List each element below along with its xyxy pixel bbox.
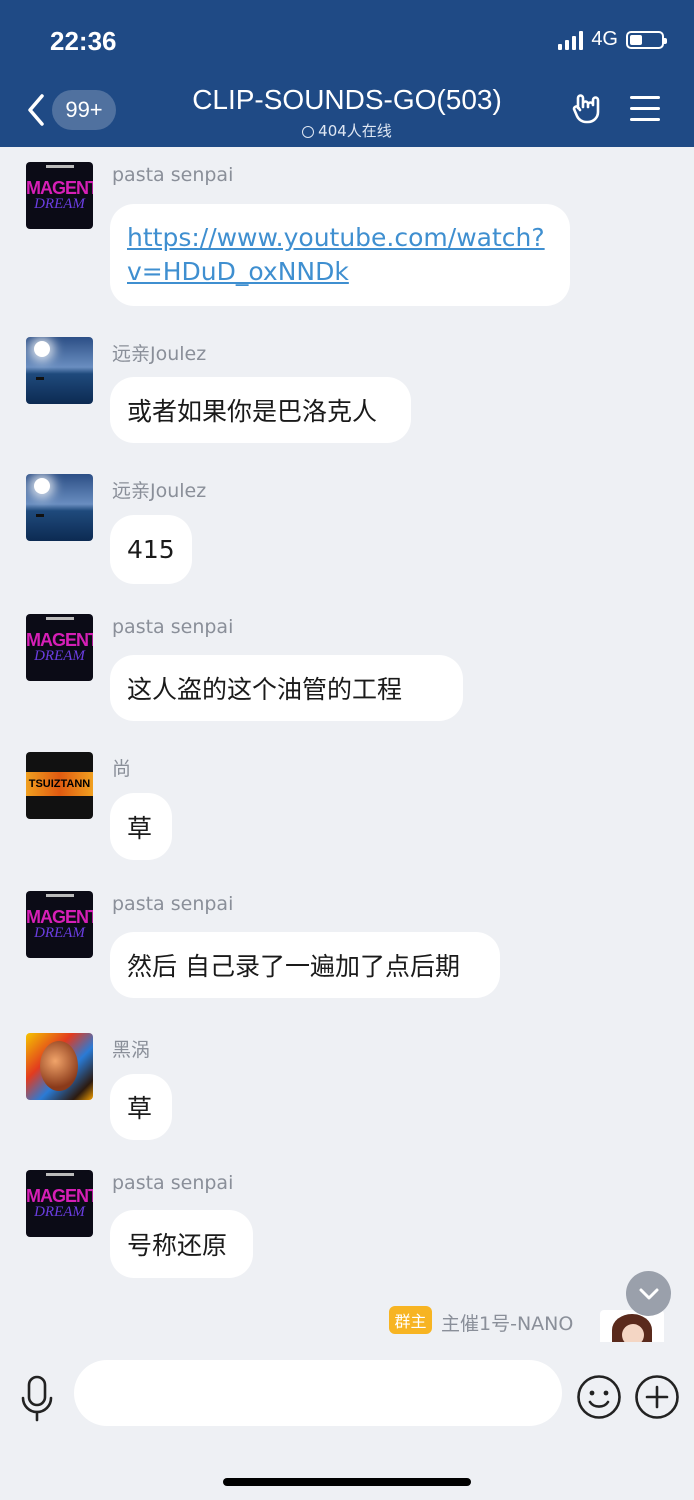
message-bubble[interactable]: 草: [110, 793, 172, 860]
message-bubble[interactable]: 415: [110, 515, 192, 584]
lake-avatar[interactable]: [26, 474, 93, 541]
chat-header: 22:36 4G 99+ CLIP-SOUNDS-GO(503) 404人在线: [0, 0, 694, 147]
sender-name: pasta senpai: [112, 164, 234, 186]
menu-icon[interactable]: [630, 96, 660, 122]
magenta-avatar[interactable]: MAGENTA DREAM: [26, 162, 93, 229]
message-bubble[interactable]: 草: [110, 1074, 172, 1140]
composer-bar: [0, 1342, 694, 1500]
tsuiztann-avatar[interactable]: TSUIZTANN: [26, 752, 93, 819]
status-indicators: 4G: [558, 28, 667, 51]
sender-name: 主催1号-NANO: [441, 1313, 574, 1335]
sender-name: 远亲Joulez: [112, 343, 207, 365]
owner-badge: 群主: [389, 1306, 432, 1334]
owner-message-header: 群主 主催1号-NANO: [0, 1306, 694, 1338]
sender-name: pasta senpai: [112, 616, 234, 638]
home-indicator[interactable]: [223, 1478, 471, 1486]
network-type: 4G: [591, 28, 618, 50]
sender-name: pasta senpai: [112, 893, 234, 915]
chevron-down-icon: [639, 1288, 658, 1299]
message-input[interactable]: [74, 1360, 562, 1426]
message-bubble[interactable]: 号称还原: [110, 1210, 253, 1278]
message-bubble[interactable]: 然后 自己录了一遍加了点后期: [110, 932, 500, 998]
rock-hand-icon[interactable]: [570, 92, 604, 126]
battery-icon: [626, 30, 667, 49]
scroll-to-bottom-button[interactable]: [626, 1271, 671, 1316]
status-time: 22:36: [50, 26, 117, 56]
emoji-icon[interactable]: [576, 1374, 622, 1420]
sender-name: 尚: [112, 758, 132, 780]
signal-icon: [558, 30, 584, 50]
message-bubble[interactable]: 这人盗的这个油管的工程: [110, 655, 463, 721]
message-bubble[interactable]: 或者如果你是巴洛克人: [110, 377, 411, 443]
sender-name: 远亲Joulez: [112, 480, 207, 502]
magenta-avatar[interactable]: MAGENTA DREAM: [26, 891, 93, 958]
portrait-avatar[interactable]: [26, 1033, 93, 1100]
magenta-avatar[interactable]: MAGENTA DREAM: [26, 1170, 93, 1237]
sender-name: 黑涡: [112, 1039, 151, 1061]
microphone-icon[interactable]: [18, 1374, 56, 1422]
plus-icon[interactable]: [634, 1374, 680, 1420]
magenta-avatar[interactable]: MAGENTA DREAM: [26, 614, 93, 681]
check-circle-icon: [302, 126, 315, 138]
message-link[interactable]: https://www.youtube.com/watch? v=HDuD_oxN…: [127, 221, 545, 289]
sender-name: pasta senpai: [112, 1172, 234, 1194]
lake-avatar[interactable]: [26, 337, 93, 404]
message-bubble[interactable]: https://www.youtube.com/watch? v=HDuD_oxN…: [110, 204, 570, 306]
